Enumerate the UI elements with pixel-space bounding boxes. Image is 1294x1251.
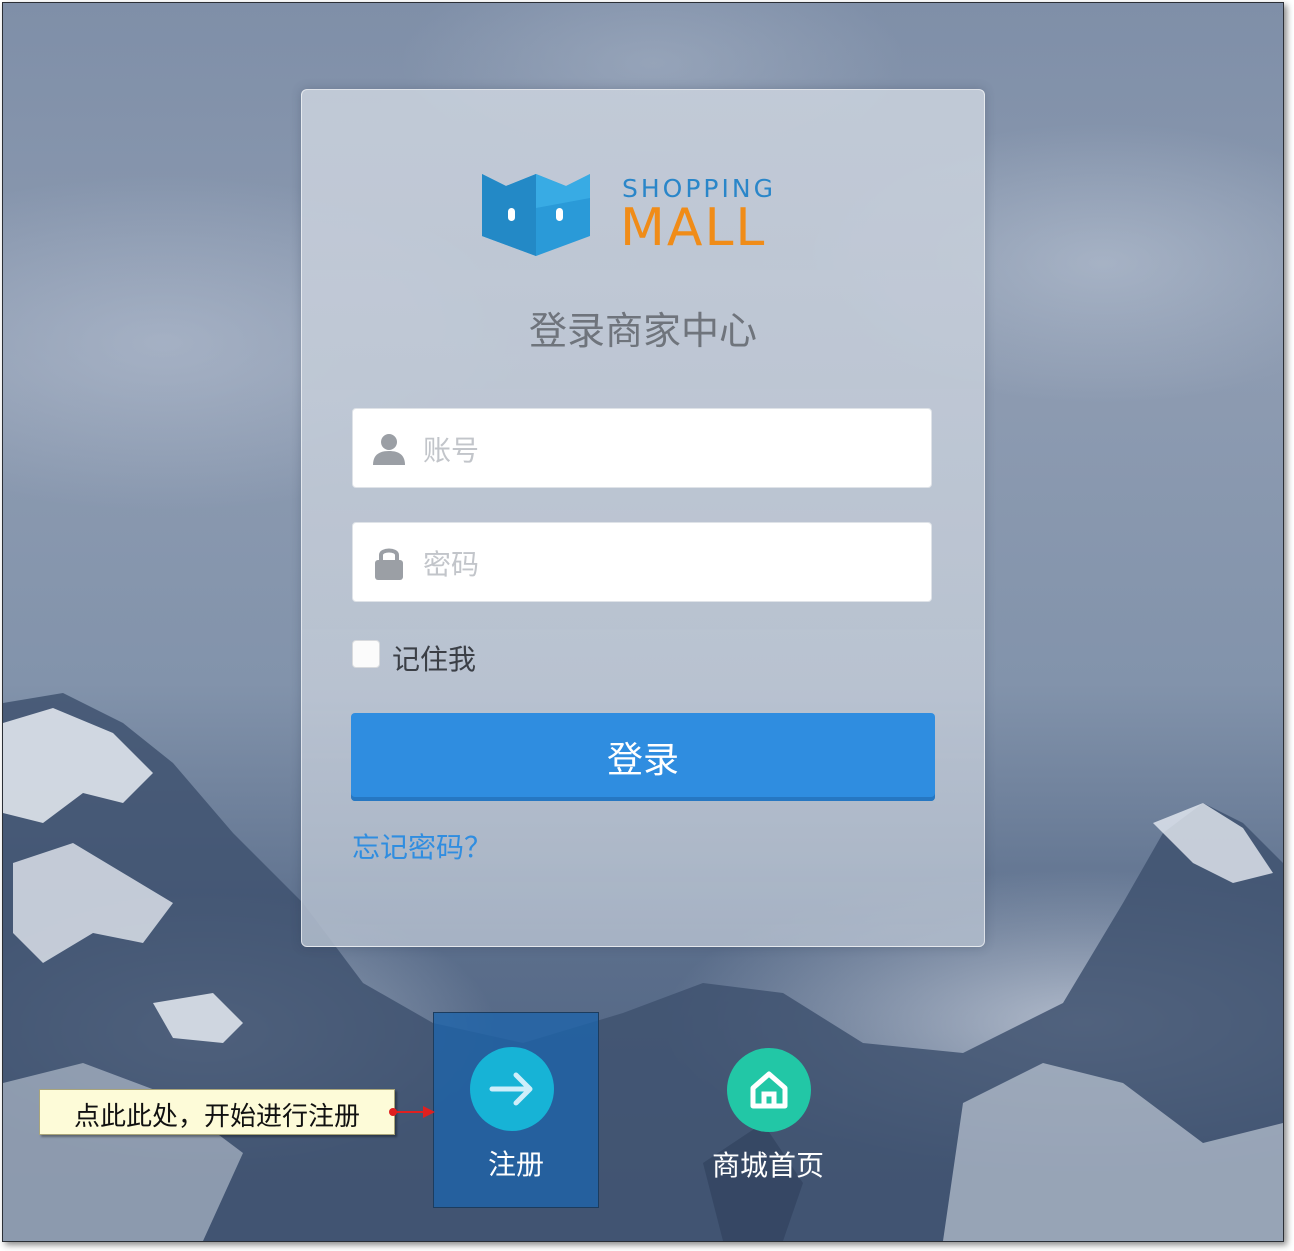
remember-checkbox[interactable]: [352, 640, 380, 668]
home-icon: [750, 1071, 788, 1109]
shopping-mall-logo: SHOPPING MALL: [480, 168, 810, 258]
register-icon-circle: [470, 1047, 554, 1131]
page-title: 登录商家中心: [528, 309, 757, 353]
login-button[interactable]: 登录: [351, 713, 935, 801]
arrow-right-icon: [489, 1072, 533, 1106]
home-label: 商城首页: [711, 1149, 824, 1182]
shopping-bag-icon: [482, 174, 590, 256]
annotation-text: 点此此处，开始进行注册: [73, 1102, 360, 1132]
login-panel: SHOPPING MALL 登录商家中心 记住我 登录 忘记密码？: [301, 89, 985, 947]
annotation-callout: 点此此处，开始进行注册: [39, 1089, 395, 1135]
annotation-arrow-icon: [389, 1106, 435, 1118]
password-field[interactable]: [352, 522, 932, 602]
account-input[interactable]: [421, 423, 915, 477]
remember-label: 记住我: [392, 643, 477, 676]
password-input[interactable]: [421, 537, 915, 591]
user-icon: [373, 434, 405, 465]
account-field[interactable]: [352, 408, 932, 488]
home-icon-circle: [727, 1048, 811, 1132]
logo-text-mall: MALL: [620, 198, 767, 258]
mall-home-link[interactable]: 商城首页: [703, 1048, 833, 1188]
login-page: SHOPPING MALL 登录商家中心 记住我 登录 忘记密码？: [2, 2, 1284, 1242]
forgot-password-link[interactable]: 忘记密码？: [352, 826, 492, 866]
lock-icon: [375, 548, 403, 580]
register-button[interactable]: 注册: [433, 1012, 599, 1208]
register-label: 注册: [487, 1148, 544, 1181]
